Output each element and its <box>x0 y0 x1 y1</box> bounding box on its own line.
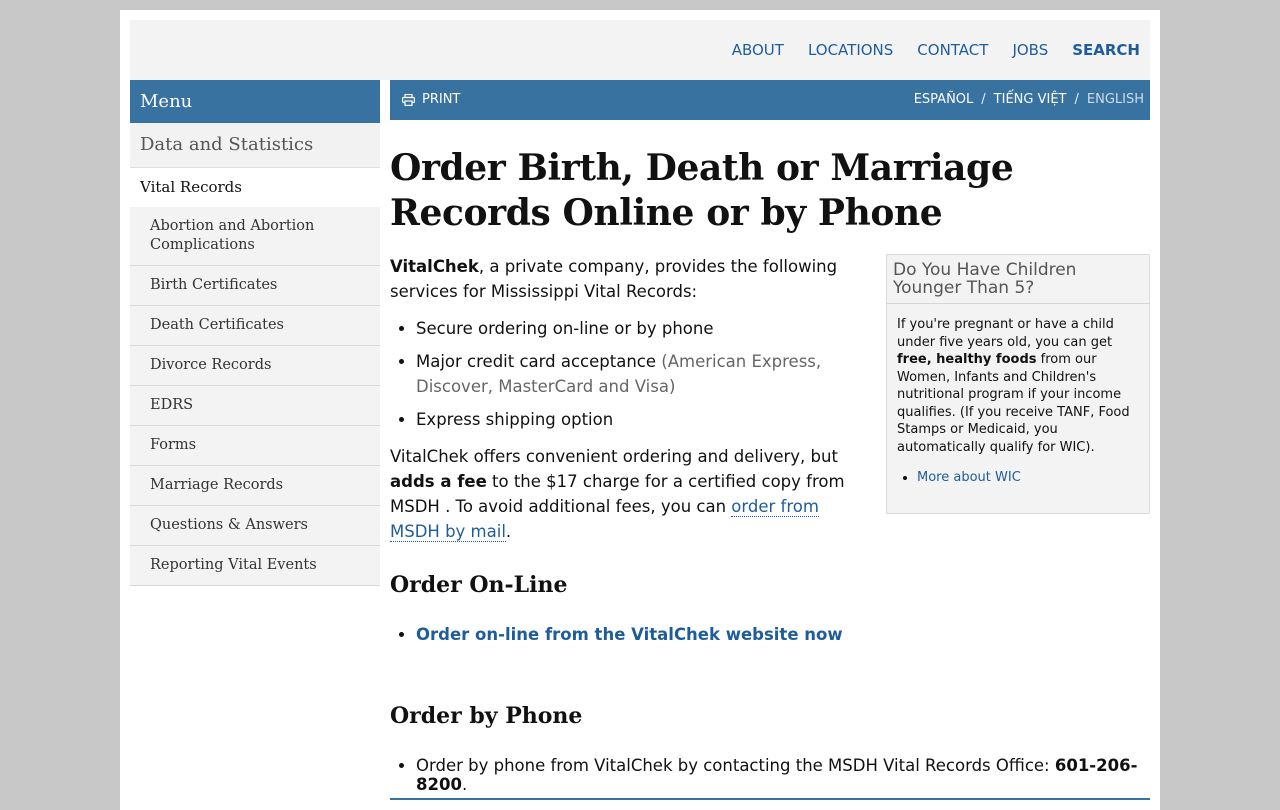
sidebar-item-birth-certificates[interactable]: Birth Certificates <box>130 266 380 306</box>
language-switcher: ESPAÑOL / TIẾNG VIỆT / ENGLISH <box>914 80 1144 120</box>
sidebar-item-abortion[interactable]: Abortion and Abortion Complications <box>130 207 380 266</box>
printer-icon <box>402 94 415 106</box>
wic-text: from our Women, Infants and Children's n… <box>897 352 1130 455</box>
sidebar-item-death-certificates[interactable]: Death Certificates <box>130 306 380 346</box>
order-online-link[interactable]: Order on-line from the VitalChek website… <box>416 625 843 644</box>
wic-callout-box: Do You Have Children Younger Than 5? If … <box>886 254 1150 514</box>
lang-english: ENGLISH <box>1086 92 1144 107</box>
order-by-phone-list: Order by phone from VitalChek by contact… <box>390 756 1156 794</box>
print-button[interactable]: PRINT <box>402 80 460 120</box>
wic-links: More about WIC <box>887 470 1149 485</box>
lang-tieng-viet[interactable]: TIẾNG VIỆT <box>994 92 1067 107</box>
list-item: Major credit card acceptance (American E… <box>416 349 868 399</box>
order-by-phone-heading: Order by Phone <box>390 703 583 729</box>
sidebar-item-divorce-records[interactable]: Divorce Records <box>130 346 380 386</box>
sidebar-current-vital-records[interactable]: Vital Records <box>130 168 380 207</box>
sidebar-item-marriage-records[interactable]: Marriage Records <box>130 466 380 506</box>
intro-column: VitalChek, a private company, provides t… <box>390 254 868 544</box>
fee-emphasis: adds a fee <box>390 472 487 491</box>
phone-text: Order by phone from VitalChek by contact… <box>416 756 1055 775</box>
nav-locations[interactable]: LOCATIONS <box>808 41 893 59</box>
sidebar-section-data-and-statistics[interactable]: Data and Statistics <box>130 123 380 168</box>
vitalchek-name: VitalChek <box>390 257 479 276</box>
nav-about[interactable]: ABOUT <box>732 41 784 59</box>
page-title: Order Birth, Death or Marriage Records O… <box>390 147 1014 234</box>
services-list: Secure ordering on-line or by phone Majo… <box>390 316 868 432</box>
page: ABOUT LOCATIONS CONTACT JOBS SEARCH Menu… <box>120 10 1160 810</box>
top-bar: ABOUT LOCATIONS CONTACT JOBS SEARCH <box>130 20 1150 80</box>
list-item: Express shipping option <box>416 407 868 432</box>
wic-callout-title: Do You Have Children Younger Than 5? <box>887 255 1149 304</box>
nav-search[interactable]: SEARCH <box>1072 41 1140 59</box>
nav-jobs[interactable]: JOBS <box>1012 41 1048 59</box>
top-navigation: ABOUT LOCATIONS CONTACT JOBS SEARCH <box>708 20 1140 80</box>
sidebar: Menu Data and Statistics Vital Records A… <box>130 80 380 586</box>
lang-separator: / <box>1074 92 1079 107</box>
lang-separator: / <box>981 92 986 107</box>
main-content: PRINT ESPAÑOL / TIẾNG VIỆT / ENGLISH Order B… <box>390 80 1150 800</box>
wic-emphasis: free, healthy foods <box>897 352 1037 367</box>
list-item-text: Major credit card acceptance <box>416 352 657 371</box>
sidebar-item-forms[interactable]: Forms <box>130 426 380 466</box>
phone-end: . <box>461 775 468 794</box>
wic-callout-text: If you're pregnant or have a child under… <box>897 316 1139 456</box>
sidebar-item-reporting-vital-events[interactable]: Reporting Vital Events <box>130 546 380 586</box>
fee-end: . <box>505 522 512 541</box>
lang-espanol[interactable]: ESPAÑOL <box>914 92 974 107</box>
list-item: Secure ordering on-line or by phone <box>416 316 868 341</box>
list-item: Order on-line from the VitalChek website… <box>416 625 1156 644</box>
print-label: PRINT <box>422 92 461 107</box>
sidebar-item-questions-answers[interactable]: Questions & Answers <box>130 506 380 546</box>
fee-paragraph: VitalChek offers convenient ordering and… <box>390 444 868 544</box>
sidebar-list: Abortion and Abortion Complications Birt… <box>130 207 380 586</box>
sidebar-item-edrs[interactable]: EDRS <box>130 386 380 426</box>
intro-paragraph: VitalChek, a private company, provides t… <box>390 254 868 304</box>
list-item: Order by phone from VitalChek by contact… <box>416 756 1156 794</box>
order-online-list: Order on-line from the VitalChek website… <box>390 625 1156 644</box>
list-item: More about WIC <box>917 470 1149 485</box>
sidebar-menu-title: Menu <box>130 80 380 123</box>
order-online-heading: Order On-Line <box>390 572 568 598</box>
wic-text: If you're pregnant or have a child under… <box>897 317 1114 350</box>
content-toolbar: PRINT ESPAÑOL / TIẾNG VIỆT / ENGLISH <box>390 80 1150 120</box>
fee-text: VitalChek offers convenient ordering and… <box>390 447 838 466</box>
more-about-wic-link[interactable]: More about WIC <box>917 470 1021 485</box>
nav-contact[interactable]: CONTACT <box>917 41 988 59</box>
